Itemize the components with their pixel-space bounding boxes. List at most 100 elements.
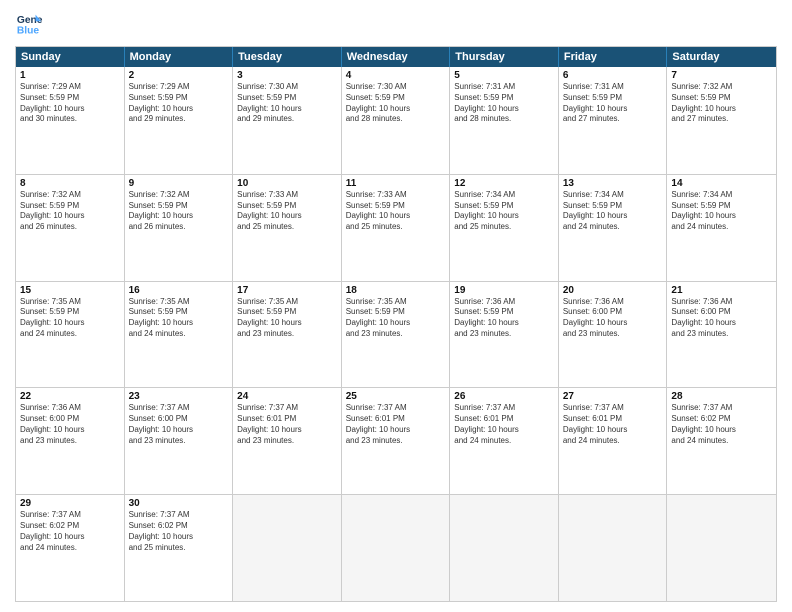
day-number: 3 [237,70,337,81]
header-cell-friday: Friday [559,47,668,67]
day-cell-22: 22Sunrise: 7:36 AMSunset: 6:00 PMDayligh… [16,388,125,494]
day-info: Sunrise: 7:34 AMSunset: 5:59 PMDaylight:… [454,190,554,233]
day-number: 19 [454,285,554,296]
day-cell-7: 7Sunrise: 7:32 AMSunset: 5:59 PMDaylight… [667,67,776,174]
day-info: Sunrise: 7:31 AMSunset: 5:59 PMDaylight:… [454,82,554,125]
calendar-page: General Blue SundayMondayTuesdayWednesda… [0,0,792,612]
day-number: 21 [671,285,772,296]
day-number: 8 [20,178,120,189]
day-cell-30: 30Sunrise: 7:37 AMSunset: 6:02 PMDayligh… [125,495,234,601]
day-number: 5 [454,70,554,81]
calendar-body: 1Sunrise: 7:29 AMSunset: 5:59 PMDaylight… [16,67,776,601]
day-info: Sunrise: 7:36 AMSunset: 6:00 PMDaylight:… [563,297,663,340]
day-cell-1: 1Sunrise: 7:29 AMSunset: 5:59 PMDaylight… [16,67,125,174]
day-info: Sunrise: 7:36 AMSunset: 6:00 PMDaylight:… [671,297,772,340]
day-cell-empty [559,495,668,601]
day-info: Sunrise: 7:35 AMSunset: 5:59 PMDaylight:… [346,297,446,340]
day-cell-19: 19Sunrise: 7:36 AMSunset: 5:59 PMDayligh… [450,282,559,388]
day-cell-15: 15Sunrise: 7:35 AMSunset: 5:59 PMDayligh… [16,282,125,388]
day-number: 25 [346,391,446,402]
day-number: 24 [237,391,337,402]
day-number: 13 [563,178,663,189]
day-cell-12: 12Sunrise: 7:34 AMSunset: 5:59 PMDayligh… [450,175,559,281]
logo-icon: General Blue [15,10,43,38]
day-info: Sunrise: 7:34 AMSunset: 5:59 PMDaylight:… [563,190,663,233]
header-cell-saturday: Saturday [667,47,776,67]
day-number: 17 [237,285,337,296]
day-info: Sunrise: 7:37 AMSunset: 6:02 PMDaylight:… [129,510,229,553]
day-number: 22 [20,391,120,402]
day-number: 9 [129,178,229,189]
calendar-grid: SundayMondayTuesdayWednesdayThursdayFrid… [15,46,777,602]
day-cell-14: 14Sunrise: 7:34 AMSunset: 5:59 PMDayligh… [667,175,776,281]
day-number: 1 [20,70,120,81]
day-info: Sunrise: 7:29 AMSunset: 5:59 PMDaylight:… [20,82,120,125]
day-number: 10 [237,178,337,189]
day-cell-2: 2Sunrise: 7:29 AMSunset: 5:59 PMDaylight… [125,67,234,174]
day-number: 15 [20,285,120,296]
day-info: Sunrise: 7:33 AMSunset: 5:59 PMDaylight:… [346,190,446,233]
day-cell-empty [667,495,776,601]
day-cell-5: 5Sunrise: 7:31 AMSunset: 5:59 PMDaylight… [450,67,559,174]
header-cell-wednesday: Wednesday [342,47,451,67]
day-cell-6: 6Sunrise: 7:31 AMSunset: 5:59 PMDaylight… [559,67,668,174]
day-number: 29 [20,498,120,509]
svg-text:Blue: Blue [17,25,40,36]
day-info: Sunrise: 7:37 AMSunset: 6:02 PMDaylight:… [671,403,772,446]
header-cell-monday: Monday [125,47,234,67]
day-number: 14 [671,178,772,189]
day-cell-13: 13Sunrise: 7:34 AMSunset: 5:59 PMDayligh… [559,175,668,281]
day-number: 20 [563,285,663,296]
day-cell-21: 21Sunrise: 7:36 AMSunset: 6:00 PMDayligh… [667,282,776,388]
day-number: 23 [129,391,229,402]
day-cell-10: 10Sunrise: 7:33 AMSunset: 5:59 PMDayligh… [233,175,342,281]
day-cell-28: 28Sunrise: 7:37 AMSunset: 6:02 PMDayligh… [667,388,776,494]
calendar-week-3: 15 Sunrise: 7:35 AMSunset: 5:59 PMDayligh… [16,281,776,388]
day-number: 6 [563,70,663,81]
day-number: 11 [346,178,446,189]
header-cell-thursday: Thursday [450,47,559,67]
day-info: Sunrise: 7:29 AMSunset: 5:59 PMDaylight:… [129,82,229,125]
day-number: 2 [129,70,229,81]
day-cell-16: 16Sunrise: 7:35 AMSunset: 5:59 PMDayligh… [125,282,234,388]
day-info: Sunrise: 7:35 AMSunset: 5:59 PMDaylight:… [237,297,337,340]
day-cell-11: 11Sunrise: 7:33 AMSunset: 5:59 PMDayligh… [342,175,451,281]
day-cell-17: 17Sunrise: 7:35 AMSunset: 5:59 PMDayligh… [233,282,342,388]
logo: General Blue [15,10,43,38]
day-info: Sunrise: 7:37 AMSunset: 6:02 PMDaylight:… [20,510,120,553]
day-info: Sunrise: 7:33 AMSunset: 5:59 PMDaylight:… [237,190,337,233]
day-cell-empty [450,495,559,601]
day-info: Sunrise: 7:32 AMSunset: 5:59 PMDaylight:… [671,82,772,125]
day-info: Sunrise: 7:37 AMSunset: 6:01 PMDaylight:… [237,403,337,446]
day-number: 12 [454,178,554,189]
day-info: Sunrise: 7:30 AMSunset: 5:59 PMDaylight:… [346,82,446,125]
day-cell-27: 27Sunrise: 7:37 AMSunset: 6:01 PMDayligh… [559,388,668,494]
day-number: 28 [671,391,772,402]
day-cell-23: 23Sunrise: 7:37 AMSunset: 6:00 PMDayligh… [125,388,234,494]
calendar-week-2: 8Sunrise: 7:32 AMSunset: 5:59 PMDaylight… [16,174,776,281]
day-cell-24: 24Sunrise: 7:37 AMSunset: 6:01 PMDayligh… [233,388,342,494]
calendar-week-5: 29Sunrise: 7:37 AMSunset: 6:02 PMDayligh… [16,494,776,601]
day-info: Sunrise: 7:34 AMSunset: 5:59 PMDaylight:… [671,190,772,233]
day-info: Sunrise: 7:31 AMSunset: 5:59 PMDaylight:… [563,82,663,125]
day-number: 26 [454,391,554,402]
calendar-week-1: 1Sunrise: 7:29 AMSunset: 5:59 PMDaylight… [16,67,776,174]
day-info: Sunrise: 7:37 AMSunset: 6:01 PMDaylight:… [563,403,663,446]
day-info: Sunrise: 7:36 AMSunset: 5:59 PMDaylight:… [454,297,554,340]
day-cell-empty [233,495,342,601]
day-number: 4 [346,70,446,81]
day-info: Sunrise: 7:37 AMSunset: 6:00 PMDaylight:… [129,403,229,446]
header-cell-tuesday: Tuesday [233,47,342,67]
calendar-week-4: 22Sunrise: 7:36 AMSunset: 6:00 PMDayligh… [16,387,776,494]
day-number: 7 [671,70,772,81]
header-cell-sunday: Sunday [16,47,125,67]
day-info: Sunrise: 7:30 AMSunset: 5:59 PMDaylight:… [237,82,337,125]
day-cell-29: 29Sunrise: 7:37 AMSunset: 6:02 PMDayligh… [16,495,125,601]
day-cell-empty [342,495,451,601]
page-header: General Blue [15,10,777,38]
day-cell-8: 8Sunrise: 7:32 AMSunset: 5:59 PMDaylight… [16,175,125,281]
day-cell-4: 4Sunrise: 7:30 AMSunset: 5:59 PMDaylight… [342,67,451,174]
day-number: 30 [129,498,229,509]
day-cell-9: 9Sunrise: 7:32 AMSunset: 5:59 PMDaylight… [125,175,234,281]
day-info: Sunrise: 7:37 AMSunset: 6:01 PMDaylight:… [454,403,554,446]
